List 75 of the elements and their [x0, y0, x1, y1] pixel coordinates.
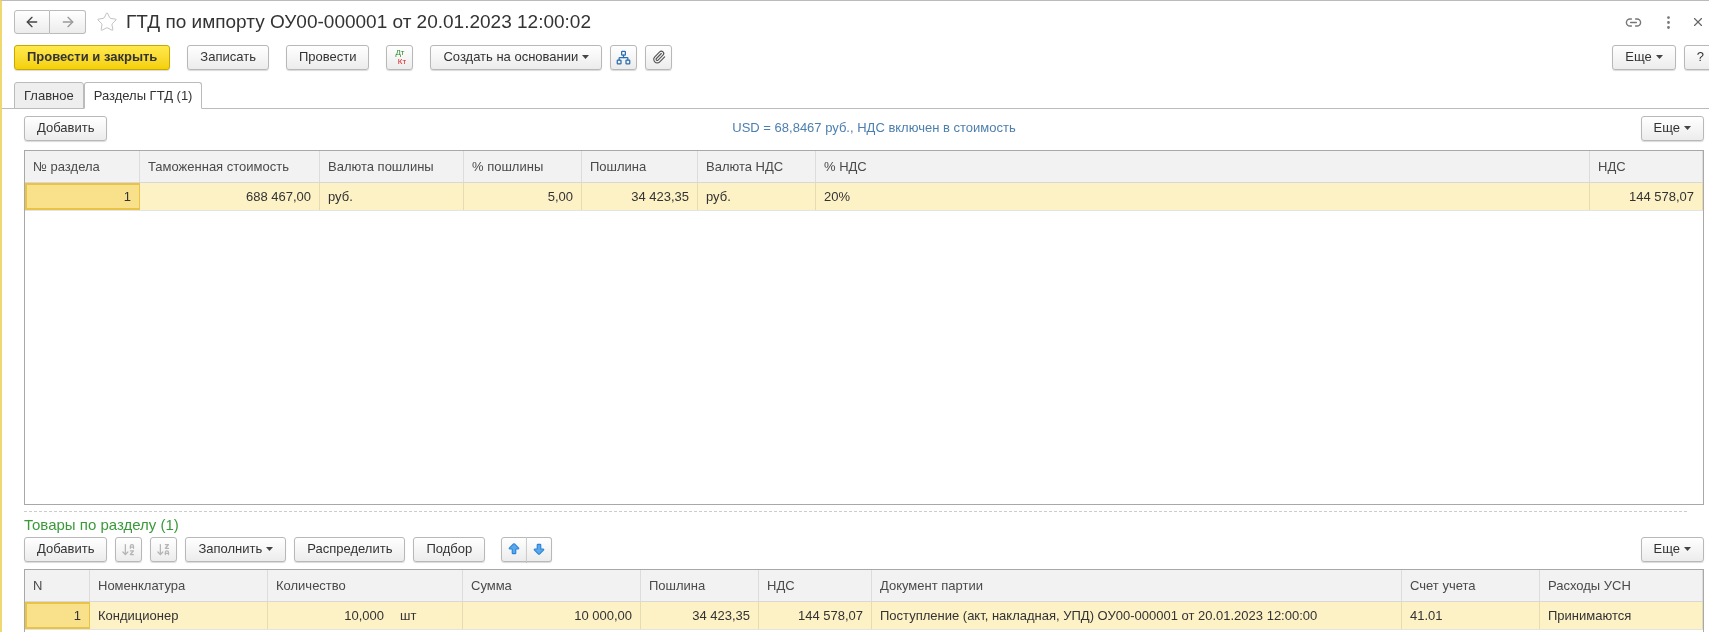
back-button[interactable]	[14, 10, 50, 34]
column-header[interactable]: № раздела	[25, 151, 140, 182]
column-header[interactable]: % пошлины	[464, 151, 582, 182]
caret-icon	[266, 547, 274, 551]
tab[interactable]: Разделы ГТД (1)	[83, 82, 203, 109]
table-cell: 20%	[816, 183, 1590, 210]
tab[interactable]: Главное	[14, 82, 84, 109]
column-header[interactable]: Валюта НДС	[698, 151, 816, 182]
caret-icon	[1655, 55, 1663, 59]
toolbar-button[interactable]: Распределить	[294, 536, 406, 562]
toolbar-button[interactable]: Добавить	[24, 115, 108, 141]
table-cell: руб.	[320, 183, 464, 210]
column-header[interactable]: Пошлина	[582, 151, 698, 182]
table-cell: 1	[25, 183, 140, 210]
table-cell: 1	[25, 602, 90, 629]
caret-icon	[1684, 126, 1691, 130]
table-cell: 34 423,35	[641, 602, 759, 629]
toolbar-button[interactable]: Добавить	[24, 536, 108, 562]
forward-button[interactable]	[50, 10, 86, 34]
caret-icon	[1684, 547, 1691, 551]
column-header[interactable]: Счет учета	[1402, 570, 1540, 601]
column-header[interactable]: Расходы УСН	[1540, 570, 1703, 601]
arrow-down-icon	[532, 542, 547, 556]
section-title: Товары по разделу (1)	[24, 516, 180, 534]
paperclip-icon	[651, 50, 666, 64]
dropdown-button[interactable]: Заполнить	[185, 536, 287, 562]
hierarchy-icon	[616, 49, 632, 65]
table-cell-text: 10,000	[343, 606, 385, 625]
dt-kt-button[interactable]: Дт Кт	[386, 44, 414, 70]
table-row[interactable]: 1 688 467,00 руб. 5,00 34 423,35 руб. 20% 144 578,07	[25, 183, 1703, 211]
arrow-up-icon	[507, 542, 522, 556]
star-icon[interactable]	[96, 11, 118, 33]
dropdown-button[interactable]: Еще	[1640, 115, 1704, 141]
column-header[interactable]: N	[25, 570, 90, 601]
column-header[interactable]: Количество	[268, 570, 463, 601]
toolbar-button[interactable]: ?	[1683, 44, 1709, 70]
dropdown-button[interactable]: Еще	[1612, 44, 1676, 70]
sort-icon	[156, 541, 172, 557]
move-down-button[interactable]	[526, 536, 553, 562]
exchange-rate-info: USD = 68,8467 руб., НДС включен в стоимость	[731, 119, 1017, 138]
table-cell-text: шт	[399, 606, 418, 625]
table-cell: 10 000,00	[463, 602, 641, 629]
move-up-button[interactable]	[501, 536, 528, 562]
structure-button[interactable]	[610, 44, 638, 70]
column-header[interactable]: Таможенная стоимость	[140, 151, 320, 182]
column-header[interactable]: Сумма	[463, 570, 641, 601]
column-header[interactable]: % НДС	[816, 151, 1590, 182]
attach-button[interactable]	[645, 44, 673, 70]
table-cell: Поступление (акт, накладная, УПД) ОУ00-000001 от 20.01.2023 12:00:00	[872, 602, 1402, 629]
toolbar-button[interactable]: Подбор	[413, 536, 486, 562]
table-cell: Принимаются	[1540, 602, 1703, 629]
column-header[interactable]: Документ партии	[872, 570, 1402, 601]
table-cell: 144 578,07	[1590, 183, 1703, 210]
toolbar-button[interactable]: Записать	[187, 44, 269, 70]
table-cell: 5,00	[464, 183, 582, 210]
column-header[interactable]: Пошлина	[641, 570, 759, 601]
column-header[interactable]: НДС	[759, 570, 872, 601]
toolbar-button[interactable]: Провести	[285, 44, 370, 70]
column-header[interactable]: НДС	[1590, 151, 1703, 182]
window-title: ГТД по импорту ОУ00-000001 от 20.01.2023 12:00:02	[126, 9, 591, 34]
close-icon[interactable]	[1691, 15, 1705, 29]
column-header[interactable]: Валюта пошлины	[320, 151, 464, 182]
table-cell: руб.	[698, 183, 816, 210]
dropdown-button[interactable]: Создать на основании	[430, 44, 603, 70]
sort-icon	[121, 541, 137, 557]
table-cell: 144 578,07	[759, 602, 872, 629]
table-row[interactable]: 1 Кондиционер 10,000 шт 10 000,00 34 423,35 144 578,07 Поступление (акт, накладная, УПД) ОУ00-000001 от 20.01.2023 12:00:00 41.01 Принимаются	[25, 602, 1703, 630]
table-cell: 688 467,00	[140, 183, 320, 210]
post-and-close-button[interactable]: Провести и закрыть	[14, 44, 171, 70]
caret-icon	[582, 55, 590, 59]
column-header[interactable]: Номенклатура	[90, 570, 268, 601]
table-cell: 34 423,35	[582, 183, 698, 210]
table-cell: 41.01	[1402, 602, 1540, 629]
dropdown-button[interactable]: Еще	[1640, 536, 1704, 562]
table-cell: Кондиционер	[90, 602, 268, 629]
